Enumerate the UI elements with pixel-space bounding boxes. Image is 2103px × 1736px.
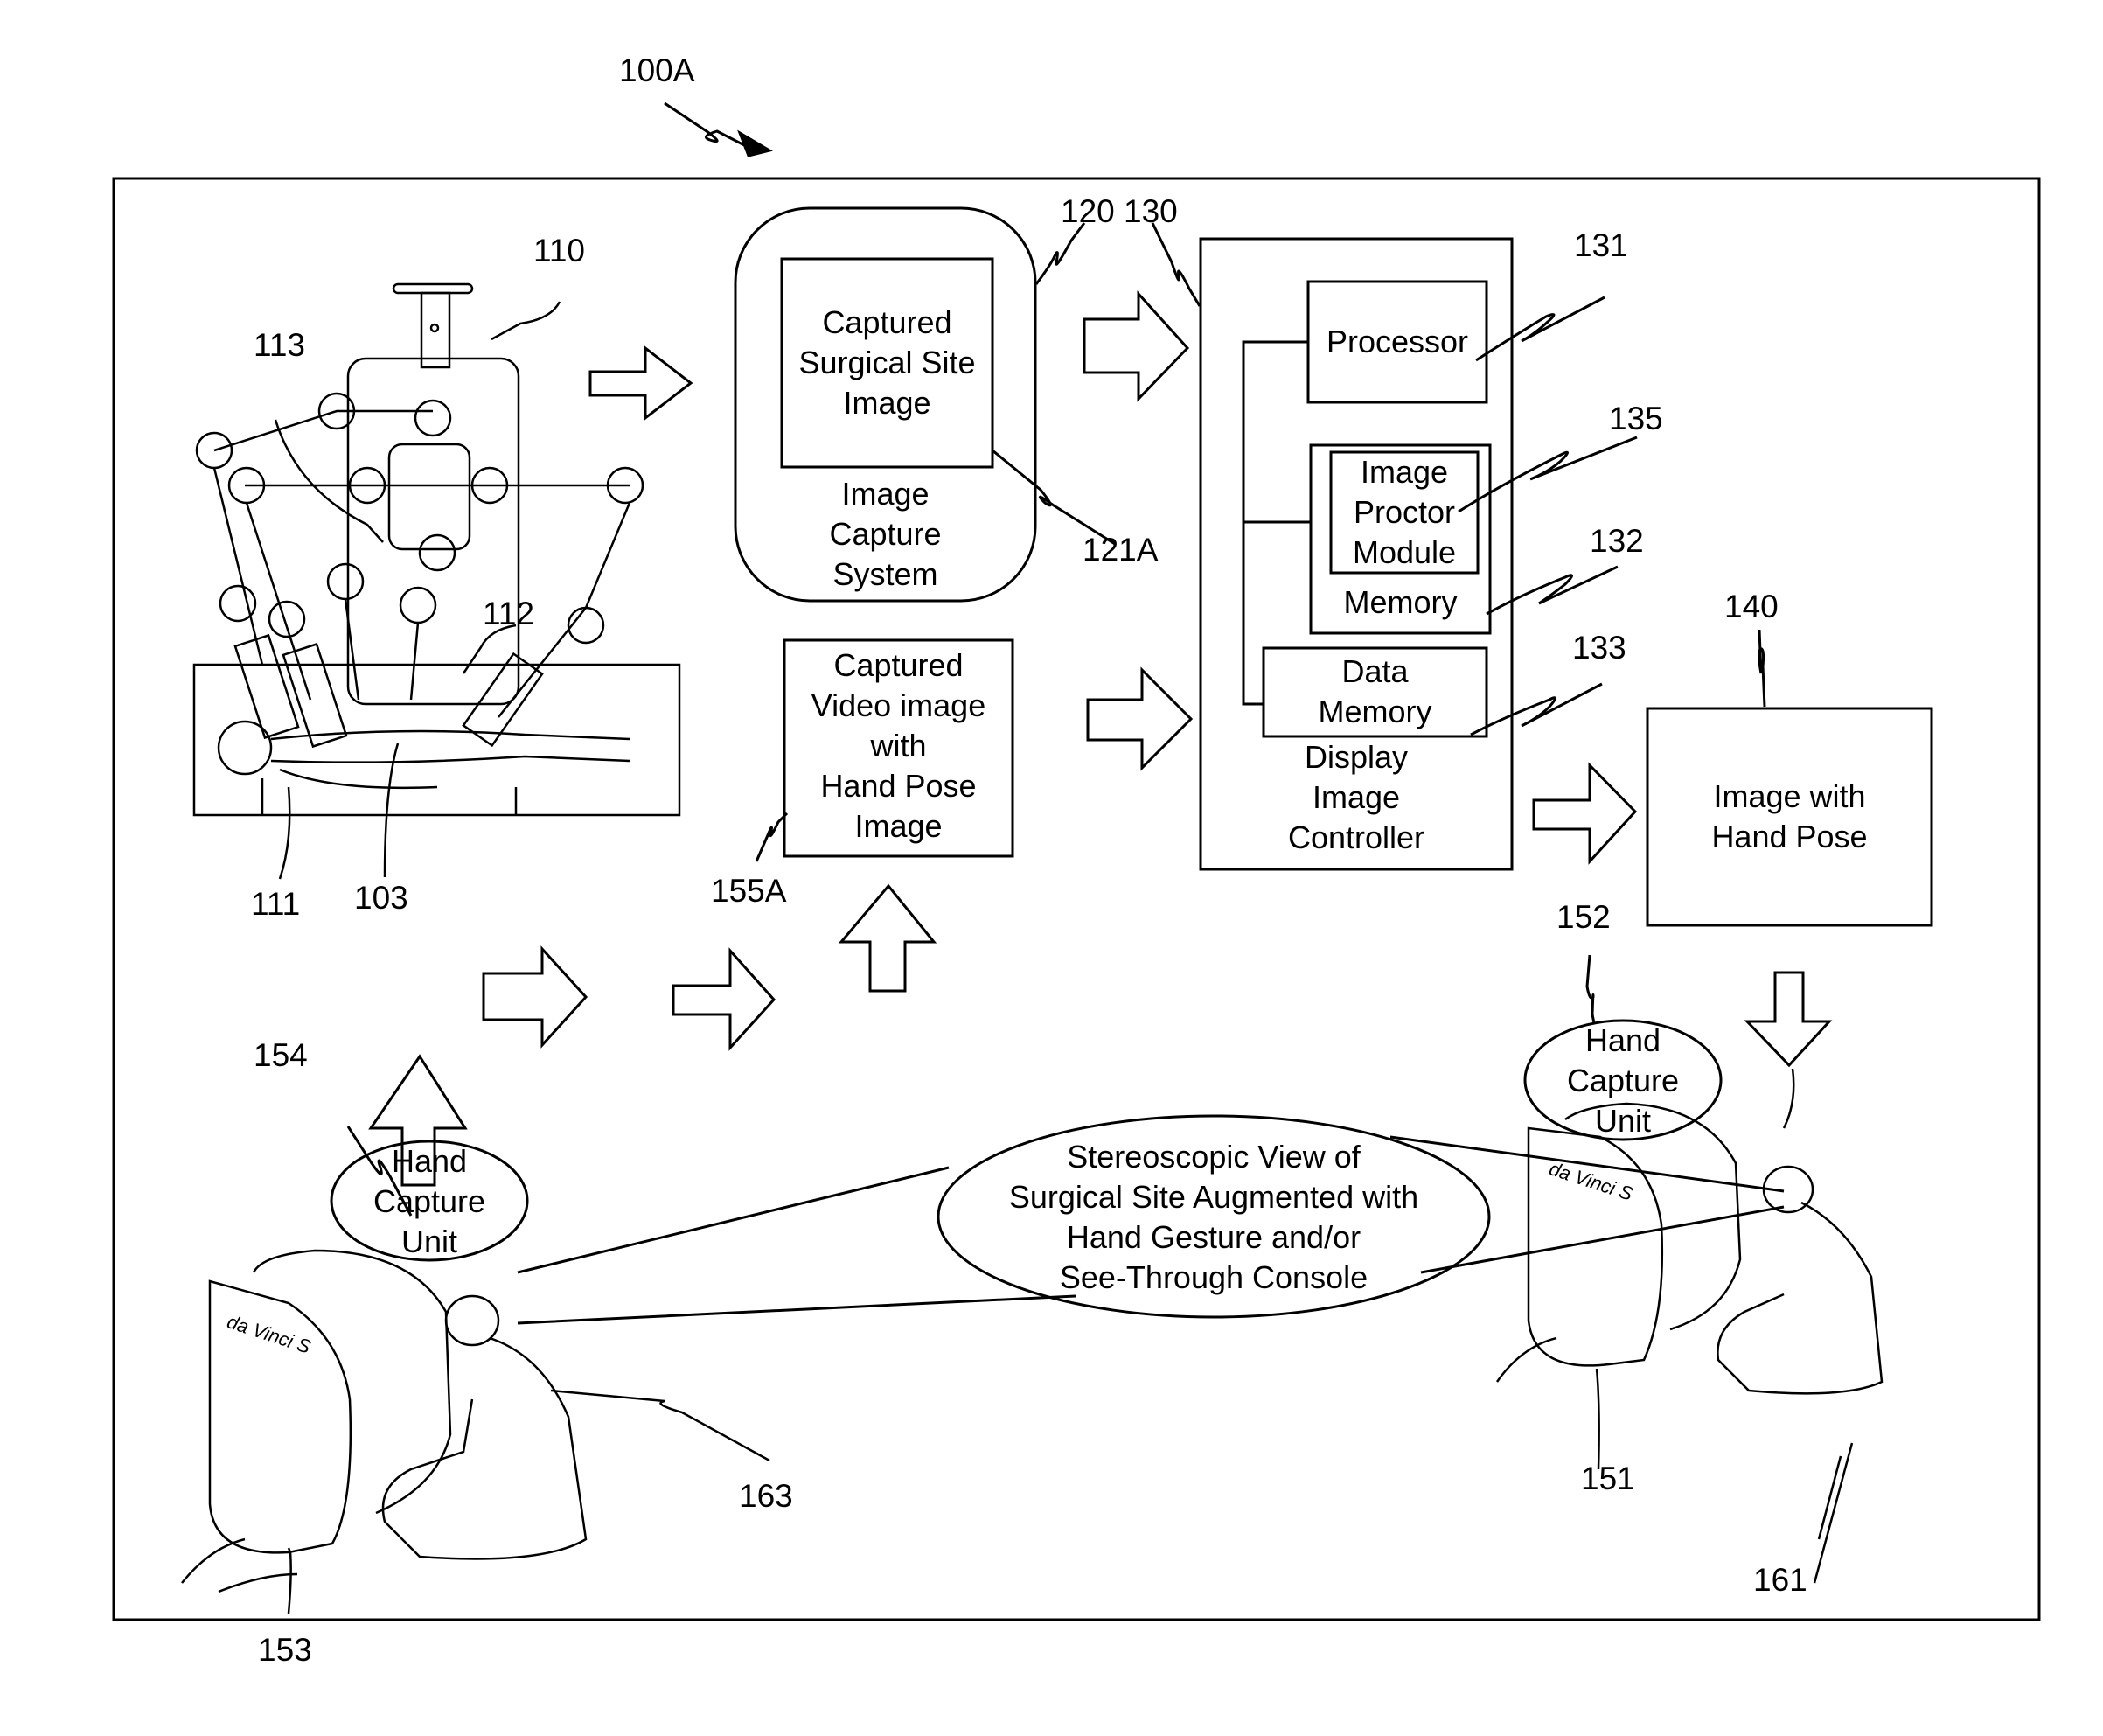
arrow-display-down [1744,971,1833,1068]
leader-130 [1151,222,1201,307]
ref-130: 130 [1124,193,1178,229]
ref-131: 131 [1574,227,1628,263]
surgeon-console-left [181,1249,770,1614]
ref-154: 154 [254,1037,308,1073]
image-capture-system-label: Image Capture System [829,476,942,592]
patent-figure [112,101,2041,1621]
ref-140: 140 [1724,589,1779,624]
figure-pointer-arrow [664,101,773,157]
ref-111: 111 [251,886,301,922]
ref-103: 103 [354,880,408,916]
leader-140 [1758,629,1766,708]
ref-155A: 155A [711,873,787,909]
proctor-module-label: Image Proctor Module [1352,454,1457,570]
leader-135 [1458,436,1638,513]
ref-161: 161 [1753,1562,1807,1598]
ref-121A: 121A [1083,532,1159,568]
arrow-controller-to-display [1532,762,1638,865]
ref-120-130: 120 130 [1061,195,1178,227]
ref-112: 112 [483,596,534,631]
display-image-controller-label: Display Image Controller [1287,739,1425,855]
ref-152: 152 [1556,899,1611,935]
figure-label: 100A [619,52,695,88]
leader-120 [1034,222,1086,285]
internal-bus [1242,340,1311,706]
ref-163: 163 [739,1478,793,1514]
ref-113: 113 [254,327,305,363]
captured-video-label: Captured Video image with Hand Pose Imag… [811,647,986,844]
leader-152 [1585,954,1596,1024]
leader-132 [1486,565,1619,616]
ref-135: 135 [1609,401,1663,436]
data-memory-label: Data Memory [1318,653,1432,729]
surgical-robot-drawing [192,282,681,880]
ref-132: 132 [1590,523,1644,559]
leader-155A [755,812,789,862]
ref-120: 120 [1061,193,1115,229]
hand-capture-left-label: Hand Capture Unit [373,1143,486,1259]
arrow-right-1 [482,945,588,1049]
arrow-up-to-video [838,883,937,993]
surgeon-console-right [1495,1068,1884,1584]
arrow-right-2 [672,947,776,1051]
processor-label: Processor [1326,324,1469,359]
ref-151: 151 [1581,1461,1635,1496]
stereoscopic-view-label: Stereoscopic View of Surgical Site Augme… [1008,1139,1419,1295]
arrow-robot-to-capture [588,345,693,422]
leader-131 [1475,296,1605,362]
hand-capture-right-label: Hand Capture Unit [1566,1022,1680,1139]
ref-153: 153 [258,1632,312,1668]
arrow-capture-to-controller [1083,290,1190,402]
captured-surgical-site-label: Captured Surgical Site Image [798,304,976,421]
image-with-hand-pose-label: Image with Hand Pose [1711,778,1868,854]
arrow-video-to-controller [1086,666,1194,771]
memory-label: Memory [1343,584,1458,620]
leader-133 [1470,682,1603,736]
ref-110: 110 [533,233,585,268]
ref-133: 133 [1572,630,1626,666]
